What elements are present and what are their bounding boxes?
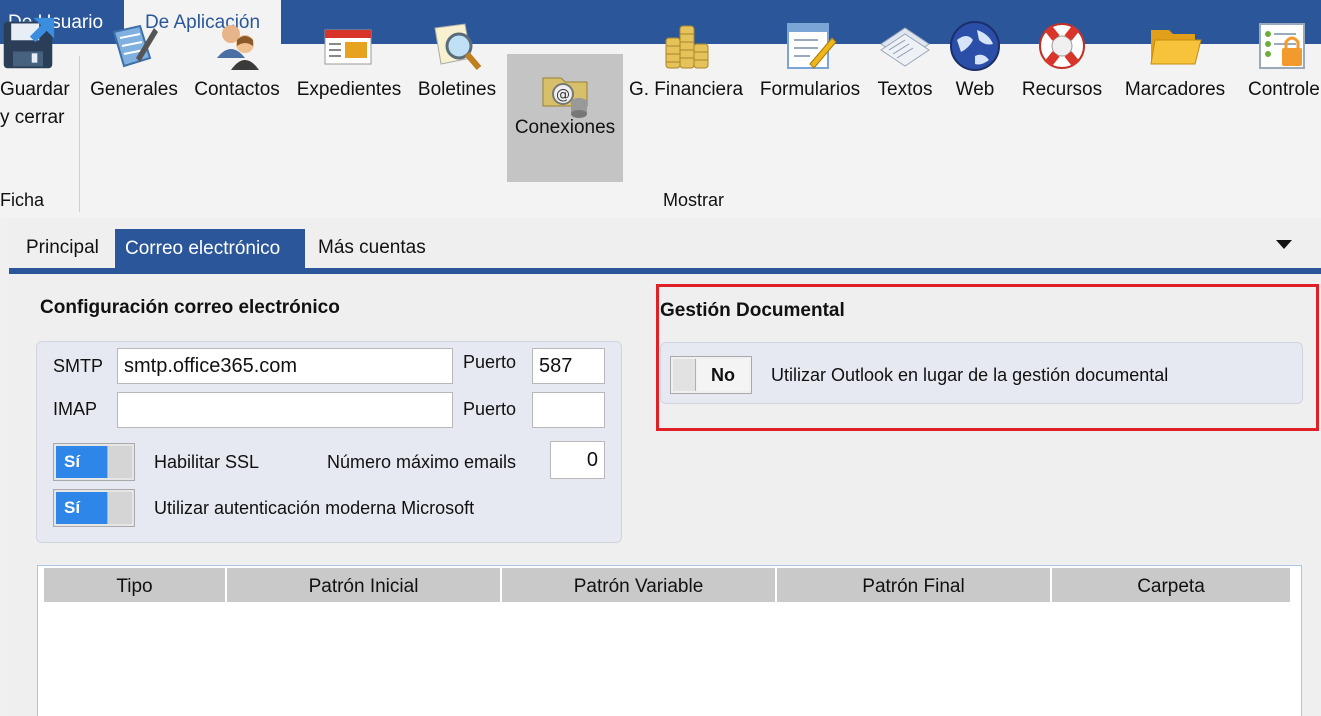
lifebuoy-icon — [1039, 23, 1085, 69]
ribbon-button-conexiones[interactable]: @ Conexiones — [507, 54, 623, 182]
column-header-tipo[interactable]: Tipo — [44, 568, 227, 602]
tab-dropdown-arrow-icon[interactable] — [1276, 240, 1292, 250]
smtp-input[interactable] — [117, 348, 453, 384]
max-emails-input[interactable] — [550, 441, 605, 479]
controls-icon — [1259, 23, 1305, 69]
ribbon-button-label: Textos — [877, 79, 933, 100]
tab-correo-electronico[interactable]: Correo electrónico — [115, 229, 305, 271]
ribbon-button-controles[interactable]: Controle — [1242, 10, 1321, 180]
ribbon-button-label: Controle — [1248, 79, 1320, 100]
toggle-knob — [107, 492, 132, 524]
column-header-patron-final[interactable]: Patrón Final — [777, 568, 1052, 602]
ribbon-button-label: Conexiones — [514, 117, 616, 138]
imap-label: IMAP — [53, 399, 98, 419]
modern-auth-label: Utilizar autenticación moderna Microsoft — [154, 498, 475, 518]
group-label-ficha: Ficha — [0, 190, 45, 210]
tab-underline — [9, 268, 1321, 274]
conexiones-icon: @ — [542, 77, 588, 118]
ribbon-separator — [79, 56, 80, 212]
ribbon-button-web[interactable]: Web — [944, 10, 1006, 180]
ribbon-button-label: Expedientes — [296, 79, 402, 100]
email-config-title: Configuración correo electrónico — [40, 297, 340, 318]
ribbon-button-marcadores[interactable]: Marcadores — [1118, 10, 1232, 180]
tab-principal[interactable]: Principal — [16, 228, 109, 266]
smtp-port-label: Puerto — [463, 352, 517, 372]
folder-icon — [1150, 30, 1202, 65]
expedientes-icon — [324, 29, 372, 65]
ribbon-button-g-financiera[interactable]: G. Financiera — [626, 10, 746, 180]
column-header-carpeta[interactable]: Carpeta — [1052, 568, 1292, 602]
ssl-label: Habilitar SSL — [154, 452, 260, 472]
save-label-line1: Guardar — [0, 79, 70, 100]
save-label-line2: y cerrar — [0, 107, 65, 128]
max-emails-label: Número máximo emails — [327, 452, 517, 472]
ribbon-button-label: Formularios — [759, 79, 861, 100]
tab-mas-cuentas[interactable]: Más cuentas — [308, 228, 436, 266]
ribbon-button-generales[interactable]: Generales — [86, 10, 182, 180]
ssl-toggle-state: Sí — [56, 446, 108, 478]
globe-icon — [950, 21, 1000, 71]
ribbon-button-label: Contactos — [194, 79, 280, 100]
imap-port-input[interactable] — [532, 392, 605, 428]
save-close-button[interactable]: Guardar y cerrar — [0, 10, 72, 180]
boletines-icon — [434, 23, 482, 70]
column-header-patron-inicial[interactable]: Patrón Inicial — [227, 568, 502, 602]
ribbon-button-formularios[interactable]: Formularios — [754, 10, 866, 180]
ribbon-button-label: Recursos — [1021, 79, 1103, 100]
modern-auth-toggle[interactable]: Sí — [53, 489, 135, 527]
ribbon-button-label: Marcadores — [1124, 79, 1226, 100]
svg-text:@: @ — [556, 87, 570, 103]
ribbon-button-label: Web — [955, 79, 995, 100]
coins-icon — [665, 25, 709, 69]
imap-input[interactable] — [117, 392, 453, 428]
toggle-knob — [107, 446, 132, 478]
ribbon-button-boletines[interactable]: Boletines — [412, 10, 502, 180]
ribbon-button-label: G. Financiera — [628, 79, 744, 100]
highlight-box — [656, 284, 1319, 431]
textos-icon — [880, 27, 930, 67]
modern-auth-toggle-state: Sí — [56, 492, 108, 524]
ribbon-button-label: Generales — [90, 79, 178, 100]
ssl-toggle[interactable]: Sí — [53, 443, 135, 481]
ribbon-button-label: Boletines — [417, 79, 497, 100]
ribbon-button-expedientes[interactable]: Expedientes — [292, 10, 406, 180]
imap-port-label: Puerto — [463, 399, 517, 419]
generales-icon — [112, 24, 158, 68]
smtp-label: SMTP — [53, 356, 104, 376]
save-icon — [3, 17, 55, 69]
smtp-port-input[interactable] — [532, 348, 605, 384]
ribbon-button-contactos[interactable]: Contactos — [188, 10, 286, 180]
ribbon-button-textos[interactable]: Textos — [872, 10, 938, 180]
contacts-icon — [217, 25, 259, 70]
ribbon-button-recursos[interactable]: Recursos — [1016, 10, 1108, 180]
column-header-patron-variable[interactable]: Patrón Variable — [502, 568, 777, 602]
group-label-mostrar: Mostrar — [663, 190, 725, 210]
form-icon — [787, 23, 837, 69]
